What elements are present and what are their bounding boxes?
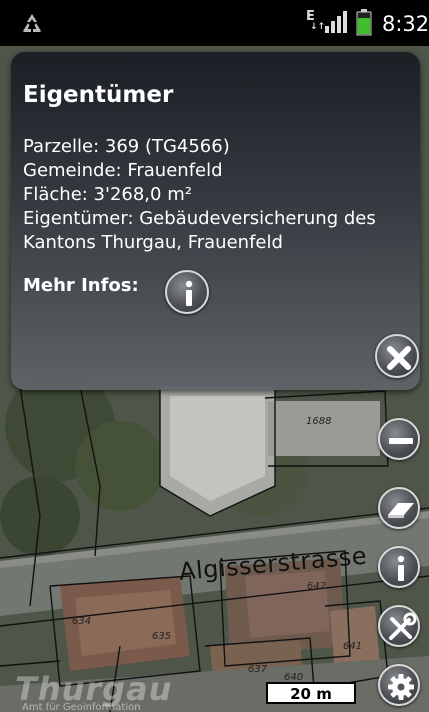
scale-label: 20 m bbox=[290, 685, 332, 703]
more-info-button[interactable] bbox=[165, 270, 209, 314]
close-button[interactable] bbox=[375, 334, 419, 378]
owner-info-popup: Eigentümer Parzelle: 369 (TG4566) Gemein… bbox=[11, 52, 420, 390]
close-icon bbox=[387, 346, 411, 370]
parcel-number: 641 bbox=[343, 641, 363, 652]
parcel-details: Parzelle: 369 (TG4566) Gemeinde: Frauenf… bbox=[23, 135, 418, 255]
owner-field-line1: Eigentümer: Gebäudeversicherung des bbox=[23, 208, 376, 229]
eraser-icon bbox=[388, 503, 414, 518]
clock: 8:32 bbox=[382, 12, 429, 36]
info-icon bbox=[397, 555, 405, 581]
screen: E ↓↑ 8:32 Algisserstrasse 1688 642 634 6… bbox=[0, 0, 429, 712]
status-bar: E ↓↑ 8:32 bbox=[0, 0, 429, 46]
parcel-field: Parzelle: 369 (TG4566) bbox=[23, 136, 230, 157]
info-button[interactable] bbox=[378, 546, 420, 588]
erase-button[interactable] bbox=[378, 487, 420, 529]
recycle-icon bbox=[23, 14, 41, 32]
minus-icon bbox=[389, 438, 413, 444]
scale-bar: 20 m bbox=[266, 682, 356, 704]
network-type: E ↓↑ bbox=[306, 9, 326, 32]
municipality-field: Gemeinde: Frauenfeld bbox=[23, 160, 223, 181]
zoom-out-button[interactable] bbox=[378, 418, 420, 460]
tools-button[interactable] bbox=[378, 605, 420, 647]
signal-icon bbox=[325, 11, 347, 33]
gear-icon bbox=[388, 674, 414, 700]
popup-title: Eigentümer bbox=[23, 82, 174, 108]
parcel-number: 642 bbox=[307, 581, 327, 592]
area-field: Fläche: 3'268,0 m² bbox=[23, 184, 192, 205]
tools-icon bbox=[389, 612, 417, 640]
parcel-number: 634 bbox=[72, 616, 92, 627]
parcel-number: 635 bbox=[152, 631, 172, 642]
owner-field-line2: Kantons Thurgau, Frauenfeld bbox=[23, 232, 283, 253]
parcel-number: 1688 bbox=[306, 416, 332, 427]
info-icon bbox=[185, 280, 193, 306]
settings-button[interactable] bbox=[378, 664, 420, 706]
more-info-label: Mehr Infos: bbox=[23, 275, 139, 296]
battery-icon bbox=[356, 9, 372, 36]
parcel-number: 637 bbox=[248, 664, 268, 675]
logo-subtitle: Amt für Geoinformation bbox=[22, 702, 141, 712]
